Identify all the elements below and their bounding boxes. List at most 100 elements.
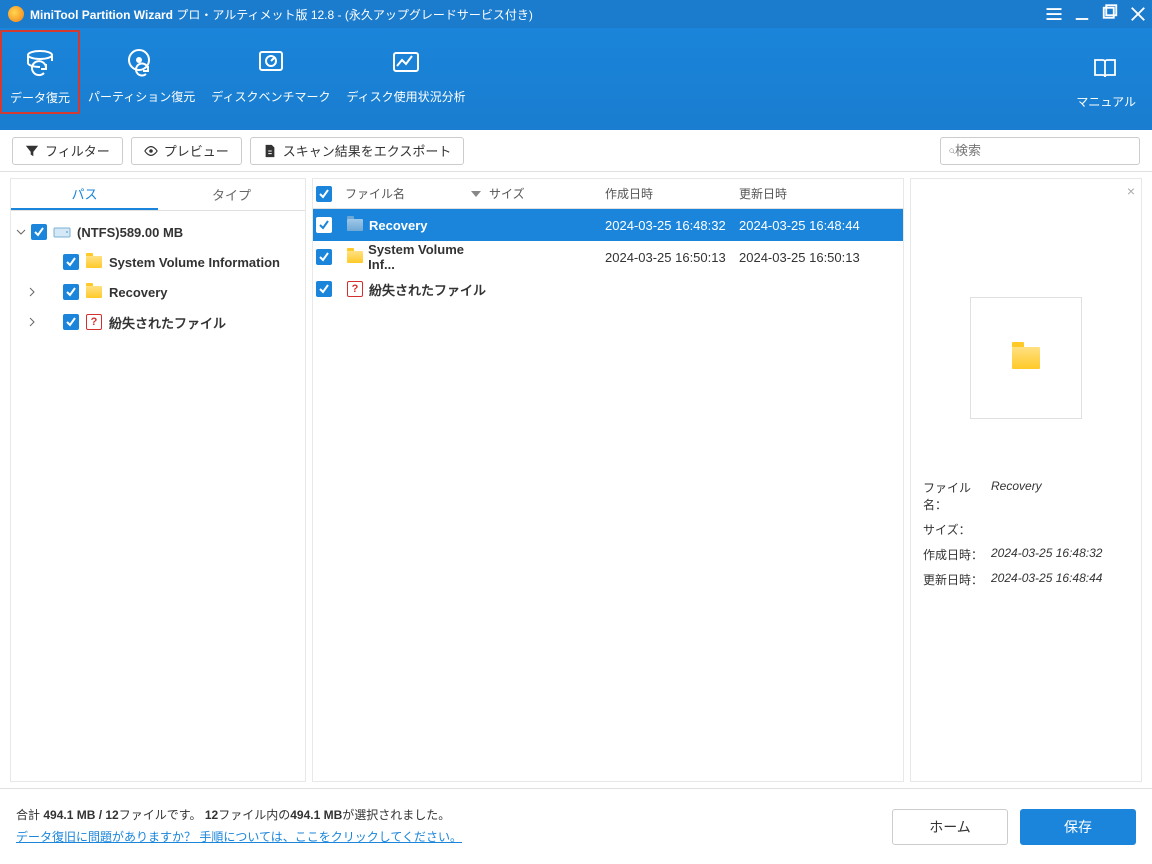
- file-list-pane: ファイル名 サイズ 作成日時 更新日時 Recovery 2024-03-25 1…: [312, 178, 904, 782]
- ribbon-label: パーティション復元: [88, 88, 195, 105]
- tab-label: タイプ: [212, 185, 251, 204]
- filter-icon: [25, 144, 39, 158]
- tree-label: 紛失されたファイル: [109, 313, 226, 332]
- footer-text: 494.1 MB: [290, 808, 342, 822]
- button-label: 保存: [1064, 817, 1092, 837]
- col-label: 更新日時: [739, 187, 787, 201]
- tree-root[interactable]: (NTFS)589.00 MB: [11, 217, 305, 247]
- footer-text: ファイル内の: [218, 808, 290, 822]
- button-label: プレビュー: [164, 141, 229, 160]
- close-icon[interactable]: ×: [1127, 183, 1135, 199]
- col-modified[interactable]: 更新日時: [739, 185, 903, 202]
- meta-created: 作成日時：2024-03-25 16:48:32: [923, 546, 1129, 563]
- preview-thumbnail: [970, 297, 1082, 419]
- export-icon: [263, 144, 277, 158]
- checkbox[interactable]: [316, 249, 332, 265]
- list-header: ファイル名 サイズ 作成日時 更新日時: [313, 179, 903, 209]
- button-label: ホーム: [929, 817, 971, 837]
- window-title: MiniTool Partition Wizard プロ・アルティメット版 12…: [30, 6, 533, 23]
- tree-label: Recovery: [109, 285, 168, 300]
- filter-button[interactable]: フィルター: [12, 137, 123, 165]
- checkbox[interactable]: [63, 284, 79, 300]
- minimize-button[interactable]: [1072, 4, 1092, 24]
- search-box[interactable]: [940, 137, 1140, 165]
- col-filename[interactable]: ファイル名: [341, 185, 489, 202]
- ribbon-disk-usage[interactable]: ディスク使用状況分析: [338, 28, 473, 114]
- disk-benchmark-icon: [254, 46, 288, 80]
- tab-label: パス: [71, 184, 97, 203]
- save-button[interactable]: 保存: [1020, 809, 1136, 845]
- action-toolbar: フィルター プレビュー スキャン結果をエクスポート: [0, 130, 1152, 172]
- select-all-checkbox[interactable]: [316, 186, 332, 202]
- meta-key: サイズ：: [923, 521, 991, 538]
- footer-text: 494.1 MB / 12: [43, 808, 118, 822]
- titlebar: MiniTool Partition Wizard プロ・アルティメット版 12…: [0, 0, 1152, 28]
- meta-key: 作成日時：: [923, 546, 991, 563]
- checkbox[interactable]: [316, 281, 332, 297]
- list-row[interactable]: Recovery 2024-03-25 16:48:322024-03-25 16…: [313, 209, 903, 241]
- left-pane-tabs: パス タイプ: [11, 179, 305, 211]
- file-created: 2024-03-25 16:50:13: [605, 250, 739, 265]
- footer-text: ファイルです。: [119, 808, 205, 822]
- tab-type[interactable]: タイプ: [158, 179, 305, 210]
- footer-text: 合計: [16, 808, 43, 822]
- folder-icon: [85, 254, 103, 270]
- maximize-button[interactable]: [1100, 4, 1120, 24]
- file-modified: 2024-03-25 16:48:44: [739, 218, 903, 233]
- checkbox[interactable]: [31, 224, 47, 240]
- ribbon-label: ディスクベンチマーク: [211, 88, 330, 105]
- col-size[interactable]: サイズ: [489, 185, 605, 202]
- folder-icon: [85, 284, 103, 300]
- close-button[interactable]: [1128, 4, 1148, 24]
- home-button[interactable]: ホーム: [892, 809, 1008, 845]
- footer-summary: 合計 494.1 MB / 12ファイルです。 12ファイル内の494.1 MB…: [16, 805, 462, 848]
- ribbon-toolbar: データ復元 パーティション復元 ディスクベンチマーク ディスク使用状況分析 マニ…: [0, 28, 1152, 130]
- ribbon-disk-benchmark[interactable]: ディスクベンチマーク: [203, 28, 338, 114]
- drive-icon: [53, 224, 71, 240]
- list-row[interactable]: ?紛失されたファイル: [313, 273, 903, 305]
- file-created: 2024-03-25 16:48:32: [605, 218, 739, 233]
- ribbon-manual[interactable]: マニュアル: [1068, 28, 1144, 130]
- app-icon: [8, 6, 24, 22]
- manual-icon: [1091, 55, 1121, 85]
- tree-item[interactable]: Recovery: [11, 277, 305, 307]
- col-label: 作成日時: [605, 187, 653, 201]
- help-link[interactable]: データ復旧に問題がありますか？ 手順については、ここをクリックしてください。: [16, 830, 462, 844]
- search-input[interactable]: [955, 143, 1131, 158]
- folder-icon: [347, 251, 363, 263]
- ribbon-partition-recovery[interactable]: パーティション復元: [80, 28, 203, 114]
- ribbon-label: ディスク使用状況分析: [346, 88, 465, 105]
- export-button[interactable]: スキャン結果をエクスポート: [250, 137, 465, 165]
- eye-icon: [144, 144, 158, 158]
- list-row[interactable]: System Volume Inf...2024-03-25 16:50:132…: [313, 241, 903, 273]
- app-name: MiniTool Partition Wizard: [30, 8, 173, 22]
- meta-modified: 更新日時：2024-03-25 16:48:44: [923, 571, 1129, 588]
- left-pane: パス タイプ (NTFS)589.00 MB System Volume Inf…: [10, 178, 306, 782]
- list-body: Recovery2024-03-25 16:48:322024-03-25 16…: [313, 209, 903, 781]
- chevron-right-icon[interactable]: [25, 315, 39, 329]
- chevron-right-icon[interactable]: [25, 285, 39, 299]
- folder-icon: [347, 219, 363, 231]
- col-created[interactable]: 作成日時: [605, 185, 739, 202]
- col-label: サイズ: [489, 187, 525, 201]
- checkbox[interactable]: [316, 217, 332, 233]
- tree-item[interactable]: ? 紛失されたファイル: [11, 307, 305, 337]
- disk-usage-icon: [389, 46, 423, 80]
- chevron-down-icon[interactable]: [11, 225, 31, 239]
- tree-label: (NTFS)589.00 MB: [77, 225, 183, 240]
- file-name: Recovery: [369, 218, 428, 233]
- ribbon-label: マニュアル: [1076, 93, 1136, 110]
- file-name: System Volume Inf...: [368, 242, 489, 272]
- tab-path[interactable]: パス: [11, 179, 158, 210]
- preview-pane: × ファイル名：Recovery サイズ： 作成日時：2024-03-25 16…: [910, 178, 1142, 782]
- preview-button[interactable]: プレビュー: [131, 137, 242, 165]
- meta-size: サイズ：: [923, 521, 1129, 538]
- tree-item[interactable]: System Volume Information: [11, 247, 305, 277]
- menu-icon[interactable]: [1044, 4, 1064, 24]
- question-icon: ?: [85, 314, 103, 330]
- ribbon-data-recovery[interactable]: データ復元: [0, 30, 80, 114]
- meta-value: Recovery: [991, 479, 1042, 513]
- checkbox[interactable]: [63, 254, 79, 270]
- file-name: 紛失されたファイル: [369, 280, 486, 299]
- checkbox[interactable]: [63, 314, 79, 330]
